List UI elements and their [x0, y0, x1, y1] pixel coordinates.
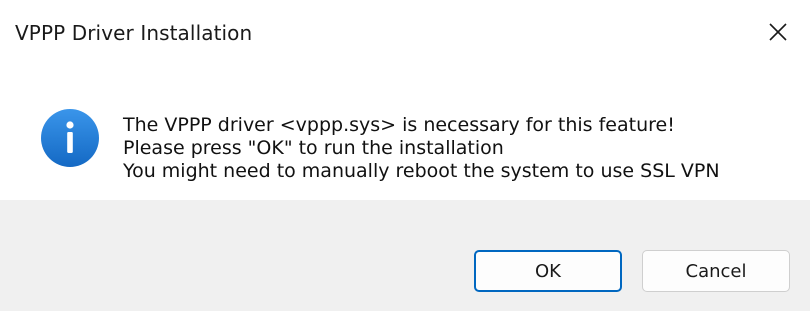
message-area: The VPPP driver <vppp.sys> is necessary …: [0, 64, 810, 200]
info-icon: [41, 109, 99, 167]
ok-button[interactable]: OK: [474, 250, 622, 292]
driver-installation-dialog: VPPP Driver Installation The VPPP driver…: [0, 0, 810, 311]
title-bar: VPPP Driver Installation: [0, 0, 810, 64]
close-button[interactable]: [746, 0, 810, 64]
message-line: The VPPP driver <vppp.sys> is necessary …: [123, 114, 675, 136]
message-text: The VPPP driver <vppp.sys> is necessary …: [123, 114, 720, 183]
message-line: You might need to manually reboot the sy…: [123, 160, 720, 182]
close-icon: [769, 23, 787, 41]
button-bar: OK Cancel: [0, 200, 810, 311]
cancel-button[interactable]: Cancel: [642, 250, 790, 292]
message-line: Please press "OK" to run the installatio…: [123, 137, 504, 159]
window-title: VPPP Driver Installation: [15, 21, 253, 45]
